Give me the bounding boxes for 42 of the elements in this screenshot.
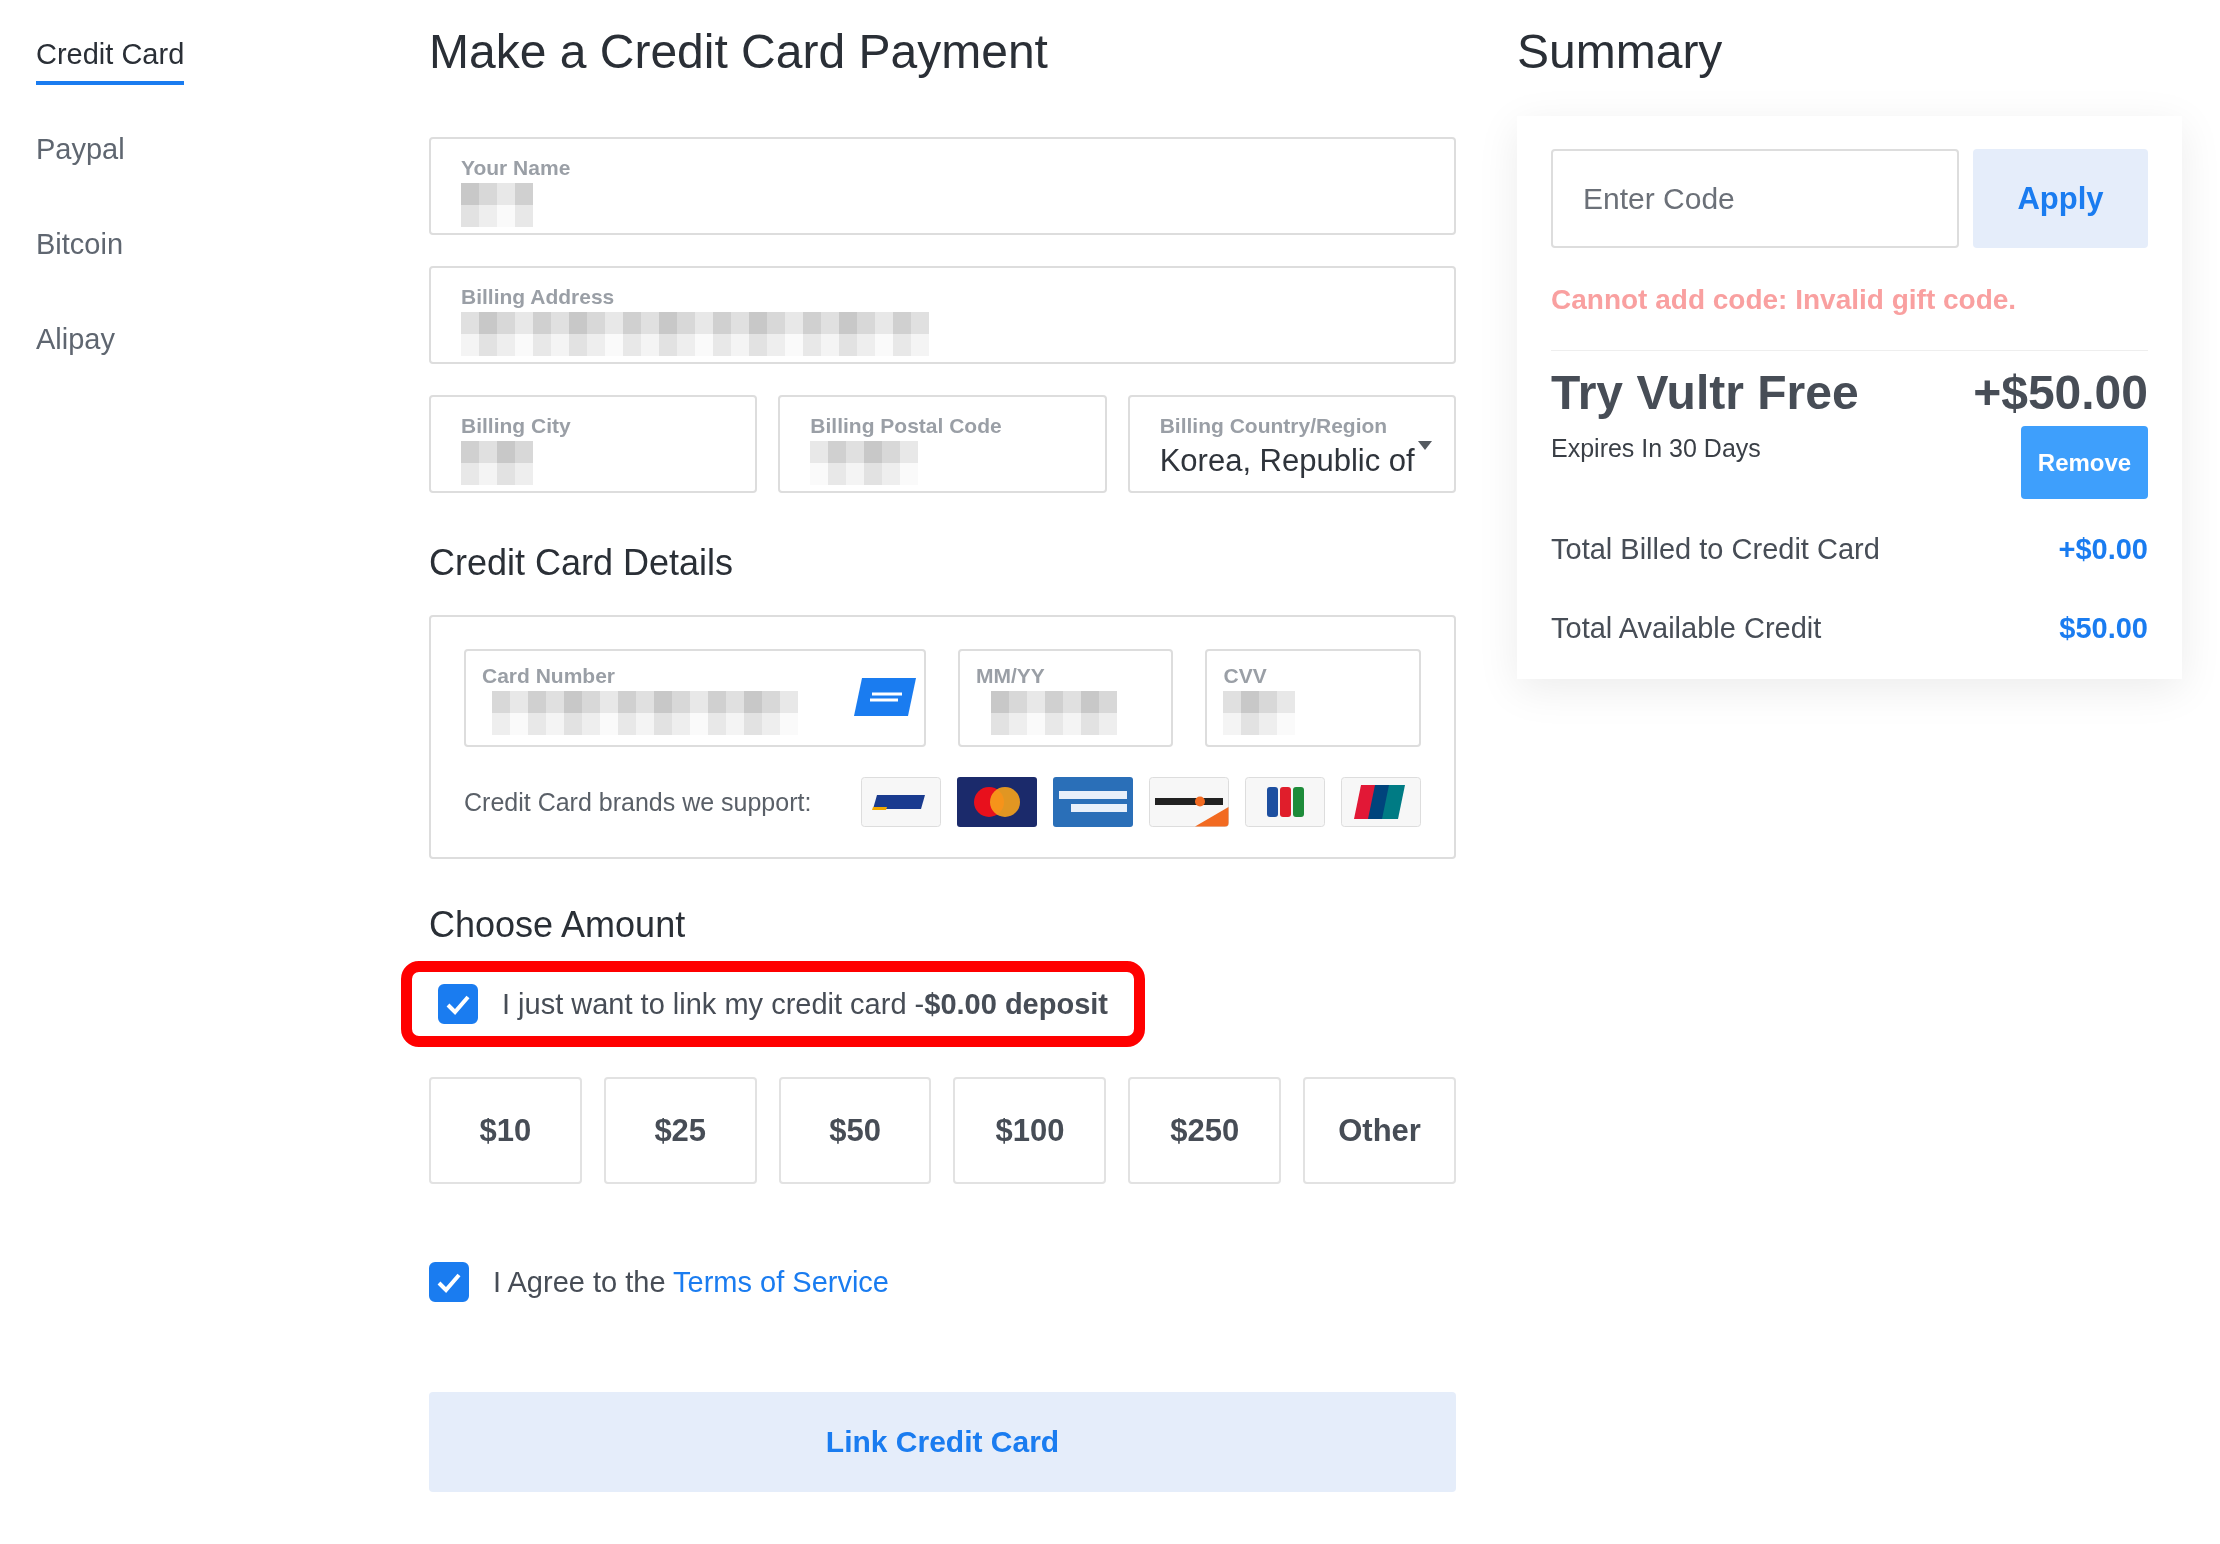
total-value: $50.00 bbox=[2059, 612, 2148, 645]
card-brand-icon bbox=[861, 777, 941, 827]
card-brand-icon bbox=[957, 777, 1037, 827]
checkbox-label: I Agree to the Terms of Service bbox=[493, 1265, 889, 1299]
promo-note: Expires In 30 Days bbox=[1551, 434, 1761, 463]
blurred-value bbox=[461, 183, 533, 227]
sidebar-tab[interactable]: Paypal bbox=[36, 133, 125, 180]
page-title: Make a Credit Card Payment bbox=[429, 24, 1049, 80]
amount-button[interactable]: Other bbox=[1303, 1077, 1456, 1184]
form-field[interactable]: Billing Country/Region Korea, Republic of bbox=[1127, 395, 1456, 493]
card-brand-icon bbox=[1341, 777, 1421, 827]
brands-label: Credit Card brands we support: bbox=[464, 787, 812, 817]
amount-button[interactable]: $50 bbox=[778, 1077, 932, 1184]
section-title: Credit Card Details bbox=[429, 541, 735, 585]
card-icon bbox=[853, 678, 916, 716]
amount-button[interactable]: $10 bbox=[429, 1077, 582, 1184]
caret-icon bbox=[1418, 441, 1432, 450]
section-title: Choose Amount bbox=[429, 903, 687, 947]
sidebar-tab[interactable]: Alipay bbox=[36, 323, 115, 370]
checkbox-label: I just want to link my credit card -$0.00 deposit bbox=[502, 987, 1108, 1021]
total-label: Total Billed to Credit Card bbox=[1551, 533, 1880, 566]
code-field[interactable]: Enter Code bbox=[1551, 149, 1959, 248]
promo-amount: +$50.00 bbox=[1973, 365, 2148, 420]
card-brand-icon bbox=[1053, 777, 1133, 827]
promo-name: Try Vultr Free bbox=[1551, 365, 1859, 420]
summary-title: Summary bbox=[1517, 24, 1724, 80]
sidebar-tab[interactable]: Bitcoin bbox=[36, 228, 124, 275]
amount-button[interactable]: $250 bbox=[1128, 1077, 1282, 1184]
submit-button[interactable]: Link Credit Card bbox=[429, 1392, 1456, 1492]
apply-button[interactable]: Apply bbox=[1973, 149, 2148, 248]
total-value: +$0.00 bbox=[2058, 533, 2148, 566]
card-brand-icon bbox=[1149, 777, 1229, 827]
amount-button[interactable]: $100 bbox=[953, 1077, 1107, 1184]
terms-link[interactable]: Terms of Service bbox=[673, 1265, 889, 1298]
card-brand-icon bbox=[1245, 777, 1325, 827]
error-message: Cannot add code: Invalid gift code. bbox=[1551, 284, 2148, 351]
amount-button[interactable]: $25 bbox=[603, 1077, 757, 1184]
checkbox[interactable] bbox=[429, 1262, 469, 1302]
blurred-value bbox=[461, 441, 533, 485]
total-label: Total Available Credit bbox=[1551, 612, 1822, 645]
checkbox[interactable] bbox=[438, 984, 478, 1024]
sidebar-tab[interactable]: Credit Card bbox=[36, 38, 185, 85]
